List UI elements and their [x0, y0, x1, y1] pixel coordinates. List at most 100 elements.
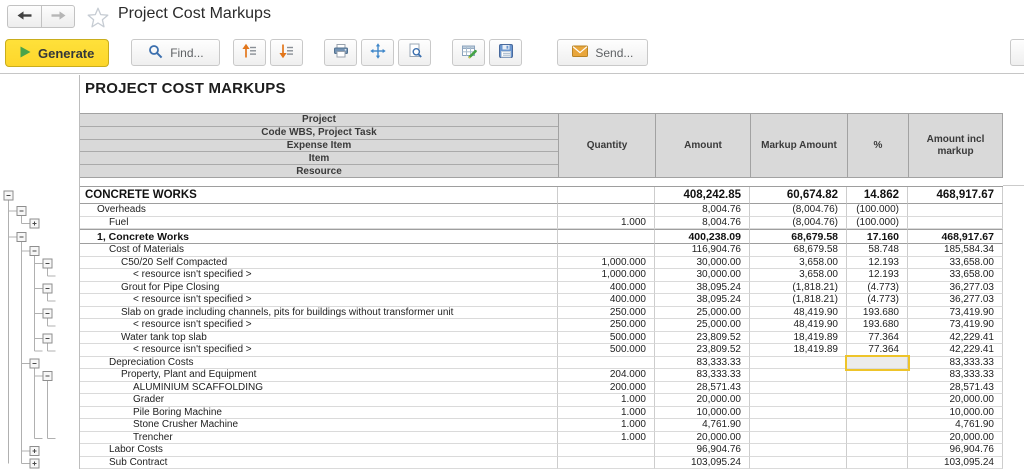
cell-qty[interactable] [558, 444, 655, 457]
cell-amount[interactable]: 10,000.00 [655, 407, 750, 420]
cell-markup[interactable] [750, 382, 847, 395]
cell-incl[interactable]: 33,658.00 [908, 269, 1003, 282]
cell-amount[interactable]: 30,000.00 [655, 269, 750, 282]
cell-incl[interactable] [908, 204, 1003, 217]
cell-incl[interactable]: 96,904.76 [908, 444, 1003, 457]
cell-amount[interactable]: 96,904.76 [655, 444, 750, 457]
cell-qty[interactable]: 200.000 [558, 382, 655, 395]
cell-amount[interactable]: 8,004.76 [655, 217, 750, 230]
cell-name[interactable]: ALUMINIUM SCAFFOLDING [80, 382, 558, 395]
cell-amount[interactable]: 23,809.52 [655, 332, 750, 345]
cell-amount[interactable]: 400,238.09 [655, 229, 750, 244]
clipped-toolbar-button[interactable] [1010, 39, 1024, 66]
forward-button[interactable] [41, 5, 75, 28]
cell-amount[interactable]: 23,809.52 [655, 344, 750, 357]
cell-amount[interactable]: 30,000.00 [655, 257, 750, 270]
cell-markup[interactable] [750, 407, 847, 420]
cell-markup[interactable] [750, 419, 847, 432]
cell-name[interactable]: Depreciation Costs [80, 357, 558, 370]
collapse-group-box[interactable] [4, 191, 13, 200]
cell-pct[interactable]: 193.680 [847, 307, 908, 320]
cell-name[interactable]: < resource isn't specified > [80, 269, 558, 282]
cell-amount[interactable]: 20,000.00 [655, 394, 750, 407]
cell-markup[interactable] [750, 444, 847, 457]
cell-name[interactable]: Labor Costs [80, 444, 558, 457]
cell-amount[interactable]: 8,004.76 [655, 204, 750, 217]
cell-qty[interactable]: 250.000 [558, 319, 655, 332]
print-button[interactable] [324, 39, 357, 66]
cell-name[interactable]: < resource isn't specified > [80, 344, 558, 357]
collapse-group-box[interactable] [43, 371, 52, 380]
cell-pct[interactable] [847, 457, 908, 469]
cell-pct[interactable]: (4.773) [847, 294, 908, 307]
cell-markup[interactable] [750, 432, 847, 445]
cell-markup[interactable]: 3,658.00 [750, 269, 847, 282]
cell-pct[interactable]: 58.748 [847, 244, 908, 257]
save-button[interactable] [489, 39, 522, 66]
cell-pct[interactable]: (100.000) [847, 204, 908, 217]
cell-amount[interactable]: 25,000.00 [655, 307, 750, 320]
cell-name[interactable]: Stone Crusher Machine [80, 419, 558, 432]
expand-group-box[interactable] [30, 446, 39, 455]
cell-name[interactable]: Slab on grade including channels, pits f… [80, 307, 558, 320]
cell-pct[interactable] [847, 444, 908, 457]
cell-markup[interactable]: (1,818.21) [750, 282, 847, 295]
cell-incl[interactable]: 36,277.03 [908, 294, 1003, 307]
cell-qty[interactable]: 1.000 [558, 407, 655, 420]
cell-incl[interactable]: 42,229.41 [908, 344, 1003, 357]
cell-pct[interactable]: (4.773) [847, 282, 908, 295]
cell-amount[interactable]: 38,095.24 [655, 294, 750, 307]
cell-amount[interactable]: 83,333.33 [655, 369, 750, 382]
collapse-groups-button[interactable] [233, 39, 266, 66]
cell-qty[interactable]: 1,000.000 [558, 269, 655, 282]
cell-incl[interactable]: 73,419.90 [908, 307, 1003, 320]
cell-markup[interactable]: (8,004.76) [750, 217, 847, 230]
cell-markup[interactable]: 48,419.90 [750, 319, 847, 332]
cell-name[interactable]: Overheads [80, 204, 558, 217]
cell-qty[interactable]: 1.000 [558, 432, 655, 445]
collapse-group-box[interactable] [30, 246, 39, 255]
expand-group-box[interactable] [30, 459, 39, 468]
cell-qty[interactable]: 1.000 [558, 217, 655, 230]
cell-incl[interactable]: 468,917.67 [908, 187, 1003, 204]
cell-markup[interactable]: (1,818.21) [750, 294, 847, 307]
print-preview-button[interactable] [398, 39, 431, 66]
cell-name[interactable]: C50/20 Self Compacted [80, 257, 558, 270]
cell-pct[interactable]: 77.364 [847, 344, 908, 357]
cell-qty[interactable]: 400.000 [558, 282, 655, 295]
cell-pct[interactable]: (100.000) [847, 217, 908, 230]
cell-amount[interactable]: 408,242.85 [655, 187, 750, 204]
cell-amount[interactable]: 103,095.24 [655, 457, 750, 469]
cell-markup[interactable]: 18,419.89 [750, 332, 847, 345]
cell-incl[interactable]: 73,419.90 [908, 319, 1003, 332]
cell-markup[interactable]: 3,658.00 [750, 257, 847, 270]
cell-amount[interactable]: 28,571.43 [655, 382, 750, 395]
cell-incl[interactable] [908, 217, 1003, 230]
cell-amount[interactable]: 116,904.76 [655, 244, 750, 257]
cell-markup[interactable]: 18,419.89 [750, 344, 847, 357]
cell-name[interactable]: < resource isn't specified > [80, 319, 558, 332]
collapse-group-box[interactable] [17, 233, 26, 242]
cell-qty[interactable]: 250.000 [558, 307, 655, 320]
fit-page-button[interactable] [361, 39, 394, 66]
cell-markup[interactable]: 68,679.58 [750, 229, 847, 244]
cell-pct[interactable]: 77.364 [847, 332, 908, 345]
cell-name[interactable]: Fuel [80, 217, 558, 230]
cell-incl[interactable]: 10,000.00 [908, 407, 1003, 420]
cell-name[interactable]: Property, Plant and Equipment [80, 369, 558, 382]
cell-incl[interactable]: 33,658.00 [908, 257, 1003, 270]
cell-incl[interactable]: 42,229.41 [908, 332, 1003, 345]
cell-markup[interactable]: 60,674.82 [750, 187, 847, 204]
cell-qty[interactable] [558, 229, 655, 244]
cell-incl[interactable]: 83,333.33 [908, 357, 1003, 370]
cell-name[interactable]: Sub Contract [80, 457, 558, 469]
cell-incl[interactable]: 28,571.43 [908, 382, 1003, 395]
edit-table-button[interactable] [452, 39, 485, 66]
collapse-group-box[interactable] [43, 309, 52, 318]
cell-qty[interactable] [558, 204, 655, 217]
cell-qty[interactable] [558, 457, 655, 469]
cell-qty[interactable]: 500.000 [558, 344, 655, 357]
cell-name[interactable]: Pile Boring Machine [80, 407, 558, 420]
cell-pct[interactable] [847, 407, 908, 420]
favorite-star-icon[interactable] [86, 6, 110, 30]
